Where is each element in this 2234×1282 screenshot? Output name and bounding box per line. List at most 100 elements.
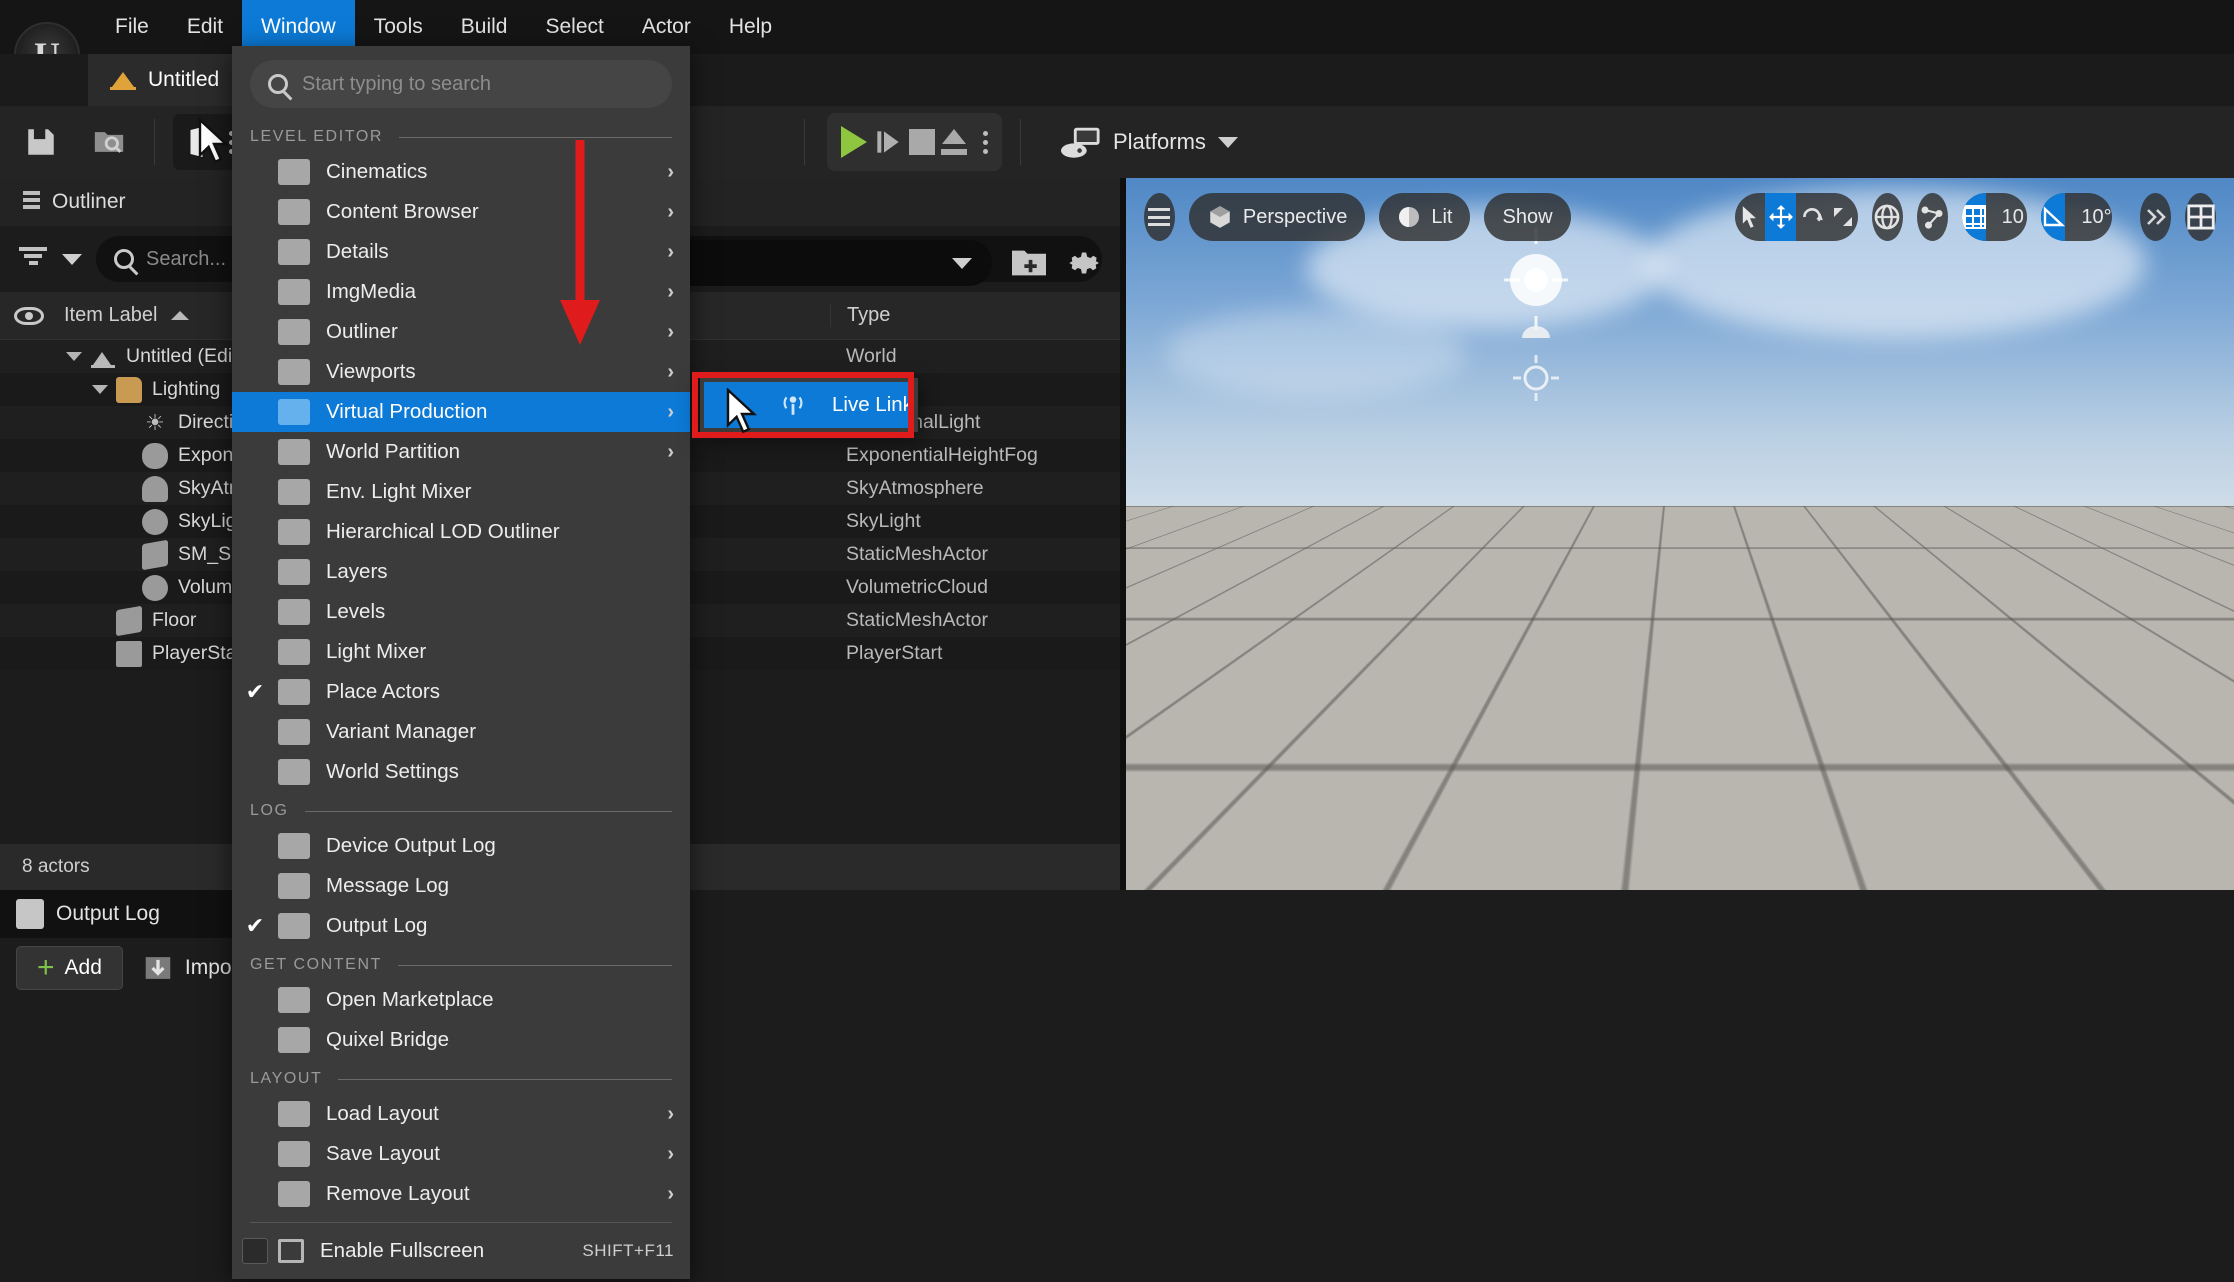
menu-item-remove-layout[interactable]: Remove Layout ›	[232, 1174, 690, 1214]
browse-content-button[interactable]	[82, 115, 136, 169]
menu-item-hierarchical-lod-outliner[interactable]: Hierarchical LOD Outliner	[232, 512, 690, 552]
outliner-settings-gear-icon[interactable]	[1066, 245, 1102, 281]
checkmark-icon: ✔	[245, 913, 265, 938]
type-column-header[interactable]: Type	[830, 304, 1120, 327]
show-flags-button[interactable]: Show	[1484, 193, 1571, 241]
outliner-row-type: SkyLight	[846, 510, 921, 532]
menu-item-quixel-bridge[interactable]: Quixel Bridge	[232, 1020, 690, 1060]
world-coordinate-icon	[1875, 204, 1900, 230]
rotate-tool-button[interactable]	[1796, 193, 1827, 241]
stop-icon[interactable]	[909, 129, 935, 155]
level-viewport[interactable]: Perspective Lit Show 10 10° Z Y X	[1126, 178, 2234, 890]
menu-item-light-mixer[interactable]: Light Mixer	[232, 632, 690, 672]
quixel-bridge-icon	[278, 1027, 310, 1053]
menu-divider	[250, 1222, 672, 1223]
angle-snap-toggle[interactable]	[2041, 193, 2066, 241]
add-content-button[interactable]: + Add	[16, 946, 123, 990]
save-button[interactable]	[14, 115, 68, 169]
eye-icon	[14, 306, 44, 325]
live-link-label: Live Link	[832, 393, 913, 416]
menu-item-world-settings[interactable]: World Settings	[232, 752, 690, 792]
maximize-viewport-button[interactable]	[2185, 193, 2216, 241]
world-partition-icon	[278, 439, 310, 465]
expander-down-icon[interactable]	[66, 352, 82, 361]
menu-item-device-output-log[interactable]: Device Output Log	[232, 826, 690, 866]
layers-icon	[278, 559, 310, 585]
menu-item-label: Remove Layout	[326, 1182, 470, 1205]
browse-content-icon	[94, 132, 124, 153]
menu-item-label: Load Layout	[326, 1102, 439, 1125]
menu-section-title: LEVEL EDITOR	[250, 128, 384, 145]
platforms-button[interactable]: Platforms	[1061, 126, 1238, 158]
viewport-axis-gizmo: Z Y X	[1175, 777, 1245, 854]
grid-snap-value[interactable]: 10	[1986, 206, 2028, 229]
menu-help[interactable]: Help	[710, 0, 791, 54]
scale-tool-button[interactable]	[1827, 193, 1858, 241]
menu-item-virtual-production[interactable]: Virtual Production ›	[232, 392, 690, 432]
grid-snap-toggle[interactable]	[1961, 193, 1986, 241]
angle-snap-control[interactable]: 10°	[2041, 193, 2113, 241]
menu-item-env-light-mixer[interactable]: Env. Light Mixer	[232, 472, 690, 512]
play-icon[interactable]	[841, 126, 867, 158]
axis-x-label: X	[1175, 829, 1188, 851]
angle-icon	[2044, 206, 2066, 227]
section-rule	[397, 964, 672, 966]
menu-item-message-log[interactable]: Message Log	[232, 866, 690, 906]
section-rule	[338, 1078, 672, 1080]
menu-item-variant-manager[interactable]: Variant Manager	[232, 712, 690, 752]
eject-icon[interactable]	[939, 129, 969, 155]
remove-layout-icon	[278, 1181, 310, 1207]
menu-edit[interactable]: Edit	[168, 0, 242, 54]
menu-file[interactable]: File	[96, 0, 168, 54]
window-menu-search-input[interactable]: Start typing to search	[250, 60, 672, 108]
folder-icon	[116, 376, 142, 403]
menu-item-levels[interactable]: Levels	[232, 592, 690, 632]
cube-icon	[142, 539, 168, 570]
toolbar-divider-3	[1020, 119, 1021, 165]
level-icon	[110, 70, 136, 90]
submenu-arrow-icon: ›	[667, 1102, 674, 1125]
menu-item-world-partition[interactable]: World Partition ›	[232, 432, 690, 472]
env-light-mixer-icon	[278, 479, 310, 505]
lighting-mode-button[interactable]: Lit	[1379, 193, 1471, 241]
new-folder-icon[interactable]	[1010, 246, 1048, 280]
expander-down-icon[interactable]	[92, 385, 108, 394]
show-flags-label: Show	[1502, 205, 1553, 228]
submenu-arrow-icon: ›	[667, 360, 674, 383]
film-reel-icon	[278, 279, 310, 305]
move-tool-button[interactable]	[1765, 193, 1797, 241]
outliner-row-type: ExponentialHeightFog	[846, 444, 1038, 466]
menu-item-output-log[interactable]: ✔ Output Log	[232, 906, 690, 946]
surface-snap-button[interactable]	[1916, 193, 1948, 241]
menu-item-enable-fullscreen[interactable]: Enable Fullscreen SHIFT+F11	[232, 1231, 690, 1271]
play-options-icon[interactable]	[983, 130, 988, 154]
camera-mode-label: Perspective	[1242, 205, 1348, 228]
menu-item-layers[interactable]: Layers	[232, 552, 690, 592]
outliner-row-type: StaticMeshActor	[846, 609, 988, 631]
viewport-menu-icon	[1148, 208, 1171, 226]
step-icon[interactable]	[871, 126, 905, 158]
filter-chevron-down-icon[interactable]	[62, 253, 82, 265]
details-pencil-icon	[278, 239, 310, 265]
filter-icon[interactable]	[18, 247, 48, 271]
viewport-menu-button[interactable]	[1144, 193, 1175, 241]
import-button[interactable]: Import	[141, 953, 244, 983]
grid-snap-control[interactable]: 10	[1961, 193, 2028, 241]
more-options-button[interactable]	[2140, 193, 2172, 241]
menu-item-place-actors[interactable]: ✔ Place Actors	[232, 672, 690, 712]
menu-item-load-layout[interactable]: Load Layout ›	[232, 1094, 690, 1134]
menu-item-save-layout[interactable]: Save Layout ›	[232, 1134, 690, 1174]
coordinate-system-button[interactable]	[1871, 193, 1903, 241]
tab-untitled-level[interactable]: Untitled	[88, 54, 242, 106]
submenu-arrow-icon: ›	[667, 400, 674, 423]
camera-mode-button[interactable]: Perspective	[1188, 193, 1366, 241]
menu-item-open-marketplace[interactable]: Open Marketplace	[232, 980, 690, 1020]
light-mixer-icon	[278, 639, 310, 665]
flag-icon	[116, 640, 142, 667]
select-tool-button[interactable]	[1735, 193, 1766, 241]
tab-output-log[interactable]: Output Log	[0, 890, 250, 938]
fullscreen-checkbox[interactable]	[242, 1238, 268, 1264]
outliner-row-label: Floor	[152, 609, 197, 631]
angle-snap-value[interactable]: 10°	[2065, 206, 2112, 229]
checkmark-icon: ✔	[245, 679, 265, 704]
